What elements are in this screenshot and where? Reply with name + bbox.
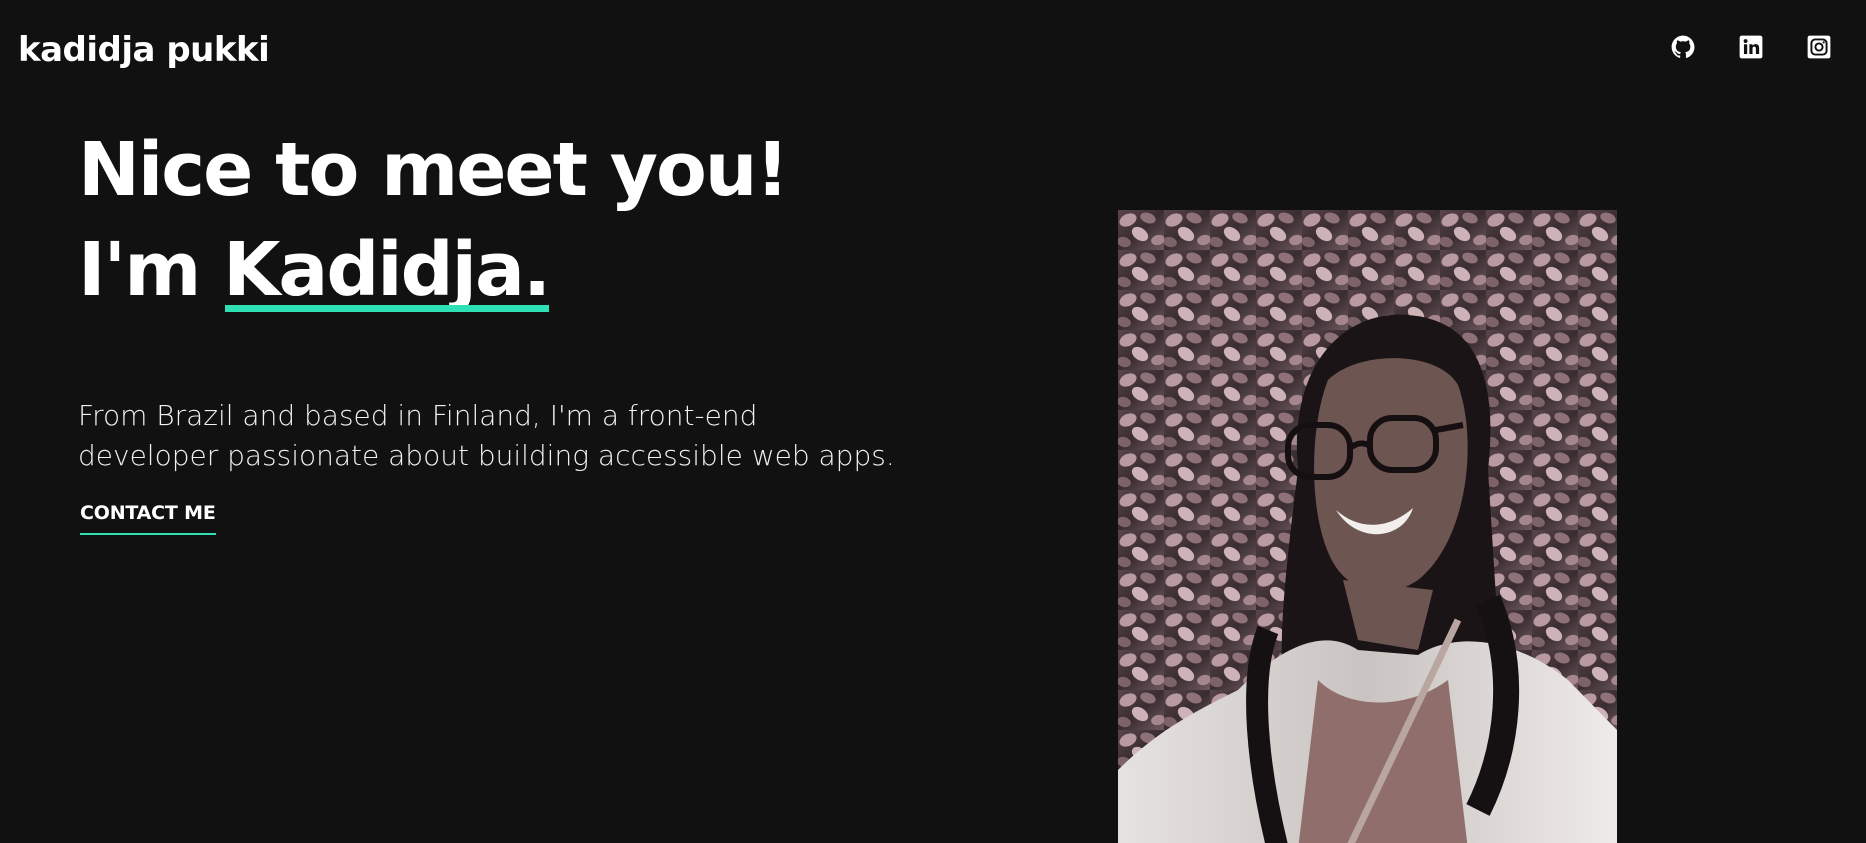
github-link[interactable] bbox=[1670, 34, 1696, 60]
social-links bbox=[1670, 34, 1832, 60]
headline-name: Kadidja. bbox=[223, 220, 551, 320]
profile-photo bbox=[1118, 210, 1617, 843]
linkedin-icon bbox=[1739, 35, 1763, 59]
brand-logo-link[interactable]: kadidja pukki bbox=[18, 26, 270, 74]
linkedin-link[interactable] bbox=[1738, 34, 1764, 60]
contact-me-button[interactable]: CONTACT ME bbox=[80, 502, 216, 535]
instagram-icon bbox=[1807, 35, 1831, 59]
hero-headline: Nice to meet you! I'm Kadidja. bbox=[78, 120, 978, 320]
headline-greeting: Nice to meet you! bbox=[78, 127, 789, 213]
portfolio-page: kadidja pukki Nice to meet you! I'm Kadi… bbox=[0, 0, 1866, 843]
portrait-image bbox=[1118, 210, 1617, 843]
instagram-link[interactable] bbox=[1806, 34, 1832, 60]
github-icon bbox=[1671, 35, 1695, 58]
headline-prefix: I'm bbox=[78, 227, 224, 313]
hero-section: Nice to meet you! I'm Kadidja. From Braz… bbox=[78, 120, 978, 535]
headline-intro-line: I'm Kadidja. bbox=[78, 220, 978, 320]
hero-intro-text: From Brazil and based in Finland, I'm a … bbox=[78, 399, 895, 472]
